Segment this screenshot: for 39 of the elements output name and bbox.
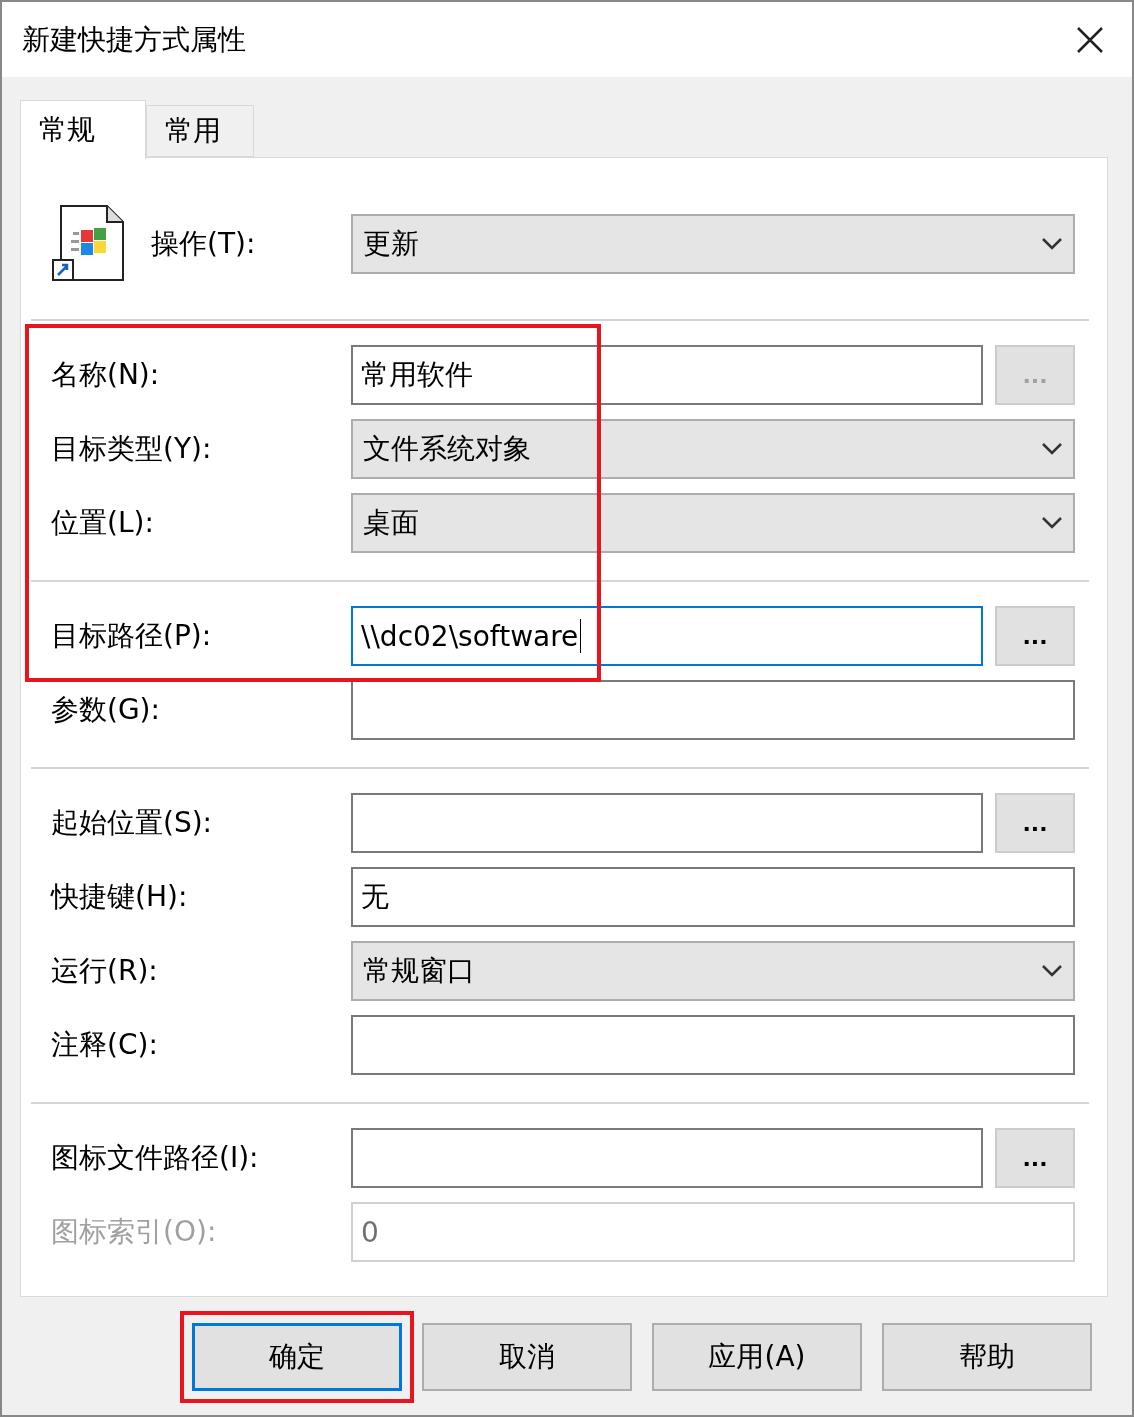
field-label: 操作(T): [151,226,256,262]
field-label: 目标类型(Y): [51,431,212,467]
input-field[interactable] [351,793,983,853]
field-label: 起始位置(S): [51,805,213,841]
dropdown[interactable]: 桌面 [351,493,1075,553]
tab[interactable]: 常用 [146,105,254,157]
tab[interactable]: 常规 [20,100,146,159]
field-label: 位置(L): [51,505,154,541]
input-field[interactable] [351,680,1075,740]
field-label: 图标索引(O): [51,1214,217,1250]
chevron-down-icon [1041,442,1063,456]
browse-button[interactable]: ... [995,606,1075,666]
dialog-button[interactable]: 取消 [422,1323,632,1391]
field-label: 注释(C): [51,1027,158,1063]
input-field[interactable]: \\dc02\software [351,606,983,666]
browse-button[interactable]: ... [995,1128,1075,1188]
dialog-button[interactable]: 帮助 [882,1323,1092,1391]
chevron-down-icon [1041,237,1063,251]
input-field[interactable]: 无 [351,867,1075,927]
dropdown[interactable]: 文件系统对象 [351,419,1075,479]
field-label: 图标文件路径(I): [51,1140,259,1176]
dialog-button[interactable]: 应用(A) [652,1323,862,1391]
dropdown[interactable]: 更新 [351,214,1075,274]
field-label: 名称(N): [51,357,160,393]
chevron-down-icon [1041,516,1063,530]
input-field[interactable] [351,1128,983,1188]
dialog-button[interactable]: 确定 [192,1323,402,1391]
field-label: 目标路径(P): [51,618,212,654]
field-label: 运行(R): [51,953,158,989]
dropdown[interactable]: 常规窗口 [351,941,1075,1001]
input-field[interactable]: 常用软件 [351,345,983,405]
close-icon [1076,25,1104,54]
chevron-down-icon [1041,964,1063,978]
field-label: 参数(G): [51,692,160,728]
shortcut-file-icon [51,204,127,284]
browse-button[interactable]: ... [995,793,1075,853]
input-field[interactable] [351,1015,1075,1075]
window-title: 新建快捷方式属性 [22,21,246,58]
field-label: 快捷键(H): [51,879,188,915]
